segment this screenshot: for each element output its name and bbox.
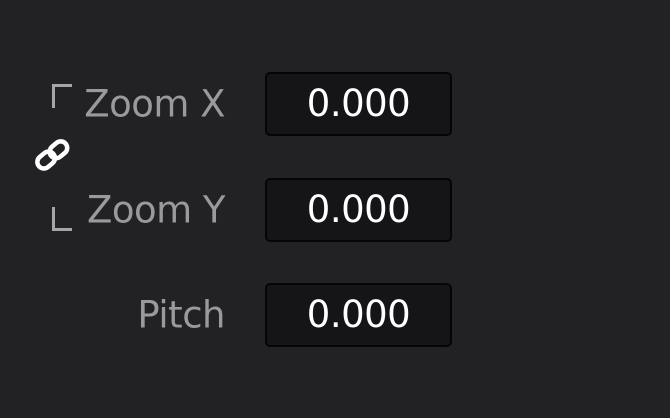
zoom-x-row: Zoom X 0.000 [0,72,670,136]
link-zoom-toggle[interactable] [32,134,74,176]
zoom-y-row: Zoom Y 0.000 [0,178,670,242]
zoom-x-field[interactable]: 0.000 [265,72,452,136]
pitch-label: Pitch [137,293,225,337]
chain-link-icon [35,139,70,171]
pitch-row: Pitch 0.000 [0,283,670,347]
zoom-y-label: Zoom Y [86,188,226,232]
transform-panel: Zoom X 0.000 Zoom Y 0.000 Pitch 0.000 [0,0,670,418]
zoom-x-label: Zoom X [84,82,225,126]
zoom-y-field[interactable]: 0.000 [265,178,452,242]
pitch-field[interactable]: 0.000 [265,283,452,347]
